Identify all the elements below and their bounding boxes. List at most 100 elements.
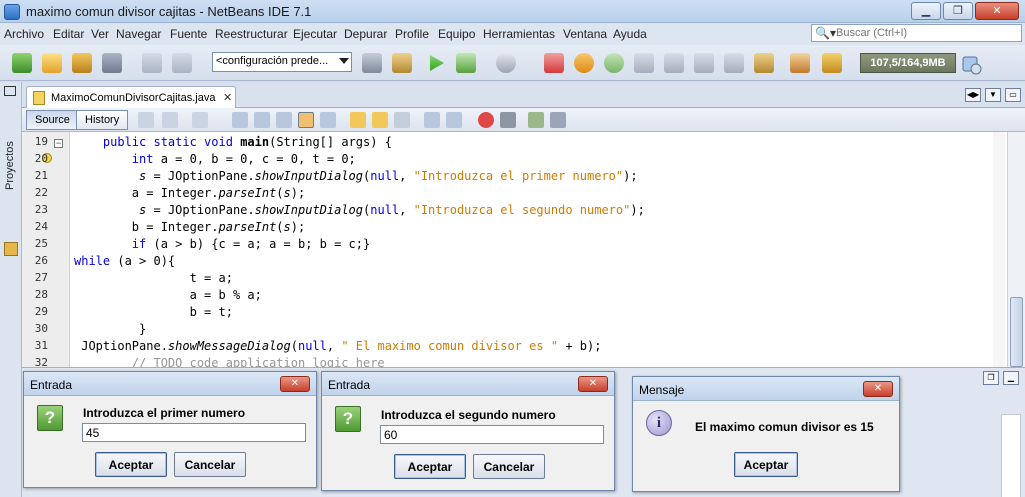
cancel-button[interactable]: Cancelar <box>473 454 545 479</box>
maximize-editor-icon[interactable]: ▭ <box>1005 88 1021 102</box>
code-token: , <box>399 203 414 217</box>
back-icon[interactable] <box>162 112 178 128</box>
tab-list-icon[interactable]: ▼ <box>985 88 1001 102</box>
stop-icon[interactable] <box>544 53 564 73</box>
redo-icon[interactable] <box>172 53 192 73</box>
editor-scrollbar[interactable] <box>1007 132 1025 367</box>
previous-bookmark-icon[interactable] <box>350 112 366 128</box>
toggle-bookmark-icon[interactable] <box>394 112 410 128</box>
save-all-icon[interactable] <box>102 53 122 73</box>
dialog-title: Entrada <box>328 378 371 392</box>
code-token: ( <box>276 220 284 234</box>
uncomment-icon[interactable] <box>550 112 566 128</box>
pause-icon[interactable] <box>574 53 594 73</box>
menu-ayuda[interactable]: Ayuda <box>613 27 647 41</box>
menu-equipo[interactable]: Equipo <box>438 27 475 41</box>
menu-ejecutar[interactable]: Ejecutar <box>293 27 337 41</box>
find-previous-icon[interactable] <box>254 112 270 128</box>
dialog-close-button[interactable]: ✕ <box>280 376 310 392</box>
scrollbar-thumb[interactable] <box>1010 297 1023 367</box>
line-number: 21 <box>34 169 48 182</box>
code-editor[interactable]: − 19 20 21 22 23 24 25 26 27 28 29 30 31 32 public st… <box>22 132 1025 367</box>
configuration-select[interactable]: <configuración prede... <box>212 52 352 72</box>
close-tab-icon[interactable]: ✕ <box>223 91 232 104</box>
editor-tab-row: MaximoComunDivisorCajitas.java ✕ ◀▶ ▼ ▭ <box>22 82 1025 108</box>
chevron-down-icon <box>339 58 349 64</box>
menu-navegar[interactable]: Navegar <box>116 27 161 41</box>
step-out-icon[interactable] <box>694 53 714 73</box>
restore-window-icon[interactable] <box>4 86 16 96</box>
find-next-icon[interactable] <box>276 112 292 128</box>
menu-reestructurar[interactable]: Reestructurar <box>215 27 288 41</box>
accept-button[interactable]: Aceptar <box>734 452 798 477</box>
apply-changes-icon[interactable] <box>754 53 774 73</box>
output-scroll-area[interactable] <box>1001 414 1021 497</box>
menu-ver[interactable]: Ver <box>91 27 109 41</box>
shift-right-icon[interactable] <box>446 112 462 128</box>
first-number-input[interactable] <box>82 423 306 442</box>
next-bookmark-icon[interactable] <box>372 112 388 128</box>
dialog-close-button[interactable]: ✕ <box>578 376 608 392</box>
minimize-button[interactable]: ▁ <box>911 2 941 20</box>
step-into-icon[interactable] <box>664 53 684 73</box>
code-token: // TODO code application logic here <box>131 356 385 367</box>
code-token: b = Integer. <box>74 220 219 234</box>
history-tab[interactable]: History <box>76 110 129 130</box>
accept-button[interactable]: Aceptar <box>95 452 167 477</box>
menu-fuente[interactable]: Fuente <box>170 27 207 41</box>
search-input[interactable] <box>836 26 1018 40</box>
projects-icon[interactable] <box>4 242 18 256</box>
forward-icon[interactable] <box>192 112 208 128</box>
continue-icon[interactable] <box>604 53 624 73</box>
menu-editar[interactable]: Editar <box>53 27 84 41</box>
undo-icon[interactable] <box>142 53 162 73</box>
menu-ventana[interactable]: Ventana <box>563 27 607 41</box>
cancel-button[interactable]: Cancelar <box>174 452 246 477</box>
run-icon[interactable] <box>430 55 444 71</box>
toggle-highlight-icon[interactable] <box>298 112 314 128</box>
code-token: parseInt <box>218 186 277 200</box>
minimize-panel-icon[interactable]: ▁ <box>1003 371 1019 385</box>
code-line: b = Integer.parseInt(s); <box>74 220 305 234</box>
code-token: main <box>240 135 270 149</box>
editor-file-tab[interactable]: MaximoComunDivisorCajitas.java ✕ <box>26 86 236 108</box>
run-to-cursor-icon[interactable] <box>724 53 744 73</box>
new-project-icon[interactable] <box>12 53 32 73</box>
clean-build-icon[interactable] <box>392 53 412 73</box>
open-project-icon[interactable] <box>72 53 92 73</box>
stop-macro-icon[interactable] <box>500 112 516 128</box>
menu-archivo[interactable]: Archivo <box>4 27 44 41</box>
new-file-icon[interactable] <box>42 53 62 73</box>
profile-icon[interactable] <box>496 53 516 73</box>
debug-icon[interactable] <box>456 53 476 73</box>
menu-profile[interactable]: Profile <box>395 27 429 41</box>
memory-indicator[interactable]: 107,5/164,9MB <box>860 53 956 73</box>
second-number-input[interactable] <box>380 425 604 444</box>
close-button[interactable]: ✕ <box>975 2 1019 20</box>
menu-herramientas[interactable]: Herramientas <box>483 27 555 41</box>
camera-icon[interactable] <box>822 53 842 73</box>
projects-tab[interactable]: Proyectos <box>4 141 16 190</box>
code-token: = JOptionPane. <box>146 169 255 183</box>
garbage-collect-icon[interactable] <box>960 52 984 76</box>
last-edit-icon[interactable] <box>138 112 154 128</box>
start-macro-icon[interactable] <box>478 112 494 128</box>
scroll-tabs-icon[interactable]: ◀▶ <box>965 88 981 102</box>
shift-left-icon[interactable] <box>424 112 440 128</box>
accept-button[interactable]: Aceptar <box>394 454 466 479</box>
maximize-button[interactable]: ❐ <box>943 2 973 20</box>
restore-panel-icon[interactable]: ❐ <box>983 371 999 385</box>
take-snapshot-icon[interactable] <box>790 53 810 73</box>
code-token: + b); <box>558 339 602 353</box>
dialog-close-button[interactable]: ✕ <box>863 381 893 397</box>
fold-icon[interactable]: − <box>54 139 63 148</box>
build-hammer-icon[interactable] <box>362 53 382 73</box>
menu-depurar[interactable]: Depurar <box>344 27 387 41</box>
find-icon[interactable] <box>232 112 248 128</box>
source-tab[interactable]: Source <box>26 110 79 130</box>
step-over-icon[interactable] <box>634 53 654 73</box>
rectangular-selection-icon[interactable] <box>320 112 336 128</box>
comment-icon[interactable] <box>528 112 544 128</box>
search-icon[interactable]: 🔍▾ <box>815 26 836 40</box>
